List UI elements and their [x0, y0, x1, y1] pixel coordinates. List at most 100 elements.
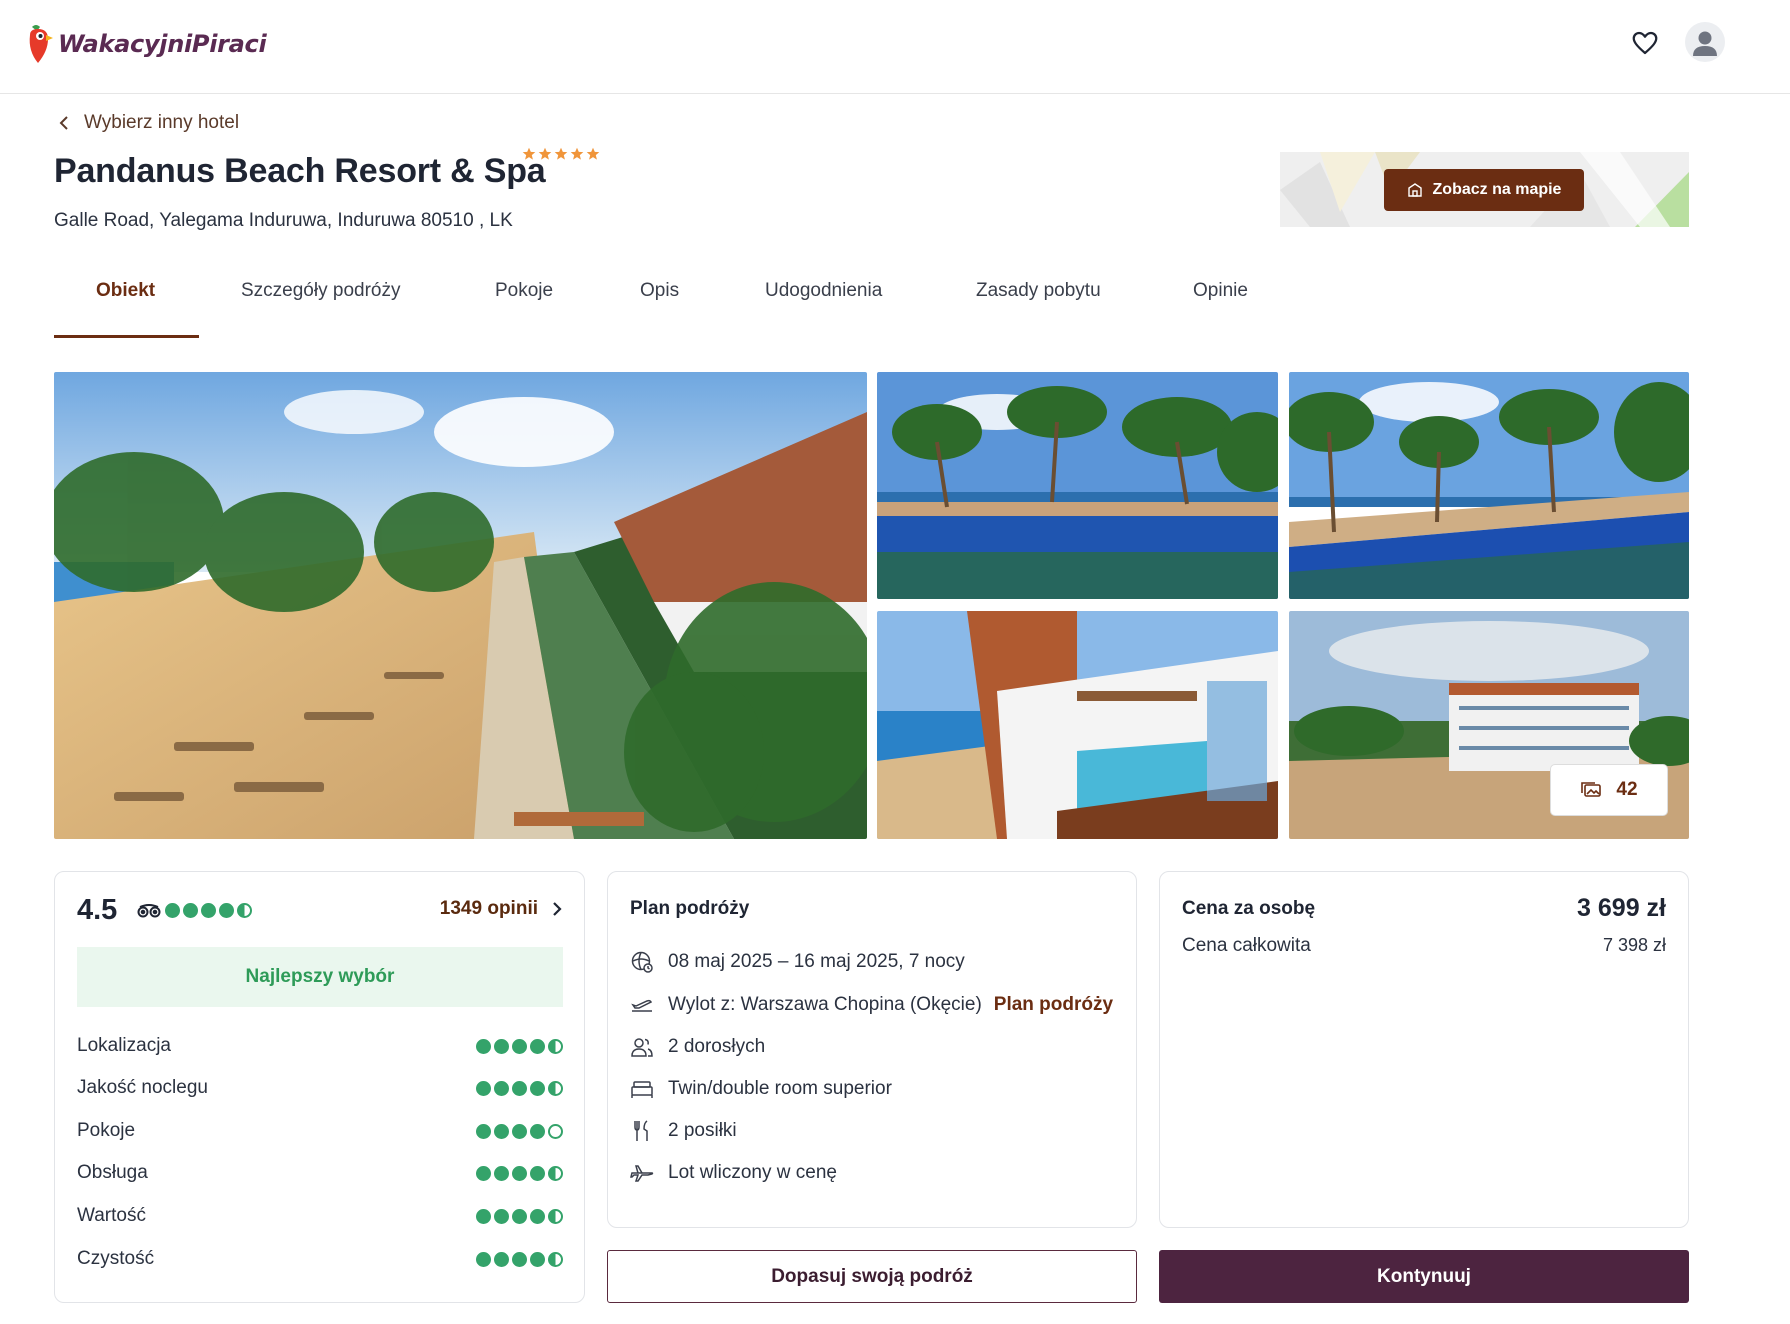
rating-row-czystosc: Czystość — [77, 1244, 563, 1274]
logo-text: WakacyjniPiraci — [58, 30, 267, 58]
star-icon — [570, 147, 584, 160]
hotel-address: Galle Road, Yalegama Induruwa, Induruwa … — [54, 210, 513, 231]
rating-category-label: Czystość — [77, 1248, 155, 1269]
rating-bubble — [512, 1165, 527, 1181]
rating-bubble — [494, 1038, 509, 1054]
rating-category-bubbles — [476, 1080, 563, 1096]
total-price-value: 7 398 zł — [1602, 935, 1666, 955]
heart-icon[interactable] — [1630, 28, 1660, 58]
rating-bubble — [237, 903, 252, 918]
rating-row-jakosc-noclegu: Jakość noclegu — [77, 1073, 563, 1103]
rating-category-label: Wartość — [77, 1205, 146, 1226]
chevron-right-icon — [553, 902, 562, 916]
trip-plan-link[interactable]: Plan podróży — [994, 994, 1113, 1016]
active-tab-indicator — [54, 335, 199, 338]
chevron-left-icon — [59, 116, 68, 130]
hotel-stars — [522, 147, 600, 161]
tab-obiekt[interactable]: Obiekt — [96, 280, 155, 302]
back-to-hotels-link[interactable]: Wybierz inny hotel — [58, 112, 239, 134]
users-icon — [631, 1038, 653, 1057]
meals: 2 posiłki — [668, 1120, 737, 1141]
star-icon — [538, 147, 552, 160]
meals-row: 2 posiłki — [630, 1117, 737, 1145]
travelers-row: 2 dorosłych — [630, 1033, 765, 1061]
rating-bubble — [512, 1251, 527, 1267]
rating-bubble — [530, 1165, 545, 1181]
customize-trip-button[interactable]: Dopasuj swoją podróż — [607, 1250, 1137, 1303]
tab-opis[interactable]: Opis — [640, 280, 679, 302]
rating-bubble — [494, 1208, 509, 1224]
rating-category-label: Pokoje — [77, 1120, 136, 1141]
rating-category-bubbles — [476, 1251, 563, 1267]
bed-icon — [631, 1081, 653, 1098]
rating-bubble — [548, 1080, 563, 1096]
gallery-main-photo[interactable] — [54, 372, 867, 839]
trip-plan-title: Plan podróży — [630, 898, 750, 919]
logo[interactable]: WakacyjniPiraci — [26, 18, 267, 70]
departure-row: Wylot z: Warszawa Chopina (Okęcie) Plan … — [630, 991, 1113, 1019]
rating-bubble — [494, 1165, 509, 1181]
rating-category-bubbles — [476, 1208, 563, 1224]
tripadvisor-bubbles — [165, 903, 252, 918]
rating-bubble — [548, 1251, 563, 1267]
price-card: Cena za osobę 3 699 zł Cena całkowita 7 … — [1159, 871, 1689, 1228]
rating-bubble — [219, 903, 234, 918]
rating-bubble — [530, 1038, 545, 1054]
flight-included: Lot wliczony w cenę — [668, 1162, 837, 1183]
rating-category-bubbles — [476, 1038, 563, 1054]
globe-calendar-icon — [631, 951, 653, 973]
show-on-map-button[interactable]: Zobacz na mapie — [1384, 169, 1584, 211]
tripadvisor-owl-icon — [137, 903, 161, 917]
rating-category-bubbles — [476, 1123, 563, 1139]
tab-udogodnienia[interactable]: Udogodnienia — [765, 280, 882, 302]
plane-departure-icon — [631, 999, 653, 1012]
tab-szczegoly-podrozy[interactable]: Szczegóły podróży — [241, 280, 400, 302]
rating-bubble — [494, 1251, 509, 1267]
rating-category-bubbles — [476, 1165, 563, 1181]
continue-button[interactable]: Kontynuuj — [1159, 1250, 1689, 1303]
rating-bubble — [548, 1165, 563, 1181]
price-per-person-value: 3 699 zł — [1577, 894, 1666, 922]
hotel-name: Pandanus Beach Resort & Spa — [54, 152, 546, 190]
flight-row: Lot wliczony w cenę — [630, 1159, 837, 1187]
rating-row-pokoje: Pokoje — [77, 1116, 563, 1146]
total-price-label: Cena całkowita — [1182, 935, 1311, 956]
plane-icon — [630, 1165, 654, 1182]
tab-pokoje[interactable]: Pokoje — [495, 280, 553, 302]
photo-count-button[interactable]: 42 — [1550, 764, 1668, 816]
rating-card: 4.5 1349 opinii Najlepszy wybór Lokaliza… — [54, 871, 585, 1303]
rating-bubble — [512, 1123, 527, 1139]
rating-bubble — [548, 1123, 563, 1139]
rating-bubble — [476, 1080, 491, 1096]
rating-bubble — [476, 1251, 491, 1267]
parrot-logo-icon — [26, 21, 56, 67]
tab-opinie[interactable]: Opinie — [1193, 280, 1248, 302]
map-preview[interactable]: Zobacz na mapie — [1280, 152, 1689, 227]
back-link-label: Wybierz inny hotel — [84, 112, 240, 133]
rating-bubble — [494, 1080, 509, 1096]
reviews-count-link[interactable]: 1349 opinii — [440, 898, 562, 920]
trip-dates: 08 maj 2025 – 16 maj 2025, 7 nocy — [668, 951, 965, 972]
room-type: Twin/double room superior — [668, 1078, 892, 1099]
photos-icon — [1581, 782, 1602, 797]
travelers: 2 dorosłych — [668, 1036, 766, 1057]
rating-bubble — [183, 903, 198, 918]
room-row: Twin/double room superior — [630, 1075, 892, 1103]
trip-plan-card: Plan podróży 08 maj 2025 – 16 maj 2025, … — [607, 871, 1137, 1228]
rating-bubble — [548, 1038, 563, 1054]
tab-zasady-pobytu[interactable]: Zasady pobytu — [976, 280, 1101, 302]
rating-bubble — [165, 903, 180, 918]
rating-bubble — [512, 1208, 527, 1224]
photo-count-value: 42 — [1616, 779, 1638, 800]
gallery-photo-3[interactable] — [1289, 372, 1689, 599]
rating-category-label: Jakość noclegu — [77, 1077, 208, 1098]
gallery-photo-4[interactable] — [877, 611, 1278, 839]
gallery-photo-2[interactable] — [877, 372, 1278, 599]
rating-bubble — [476, 1165, 491, 1181]
user-avatar-icon[interactable] — [1685, 22, 1725, 62]
departure-airport: Wylot z: Warszawa Chopina (Okęcie) — [668, 994, 982, 1015]
trip-dates-row: 08 maj 2025 – 16 maj 2025, 7 nocy — [630, 948, 965, 976]
rating-bubble — [494, 1123, 509, 1139]
rating-row-obsluga: Obsługa — [77, 1158, 563, 1188]
reviews-count-label: 1349 opinii — [439, 898, 538, 919]
